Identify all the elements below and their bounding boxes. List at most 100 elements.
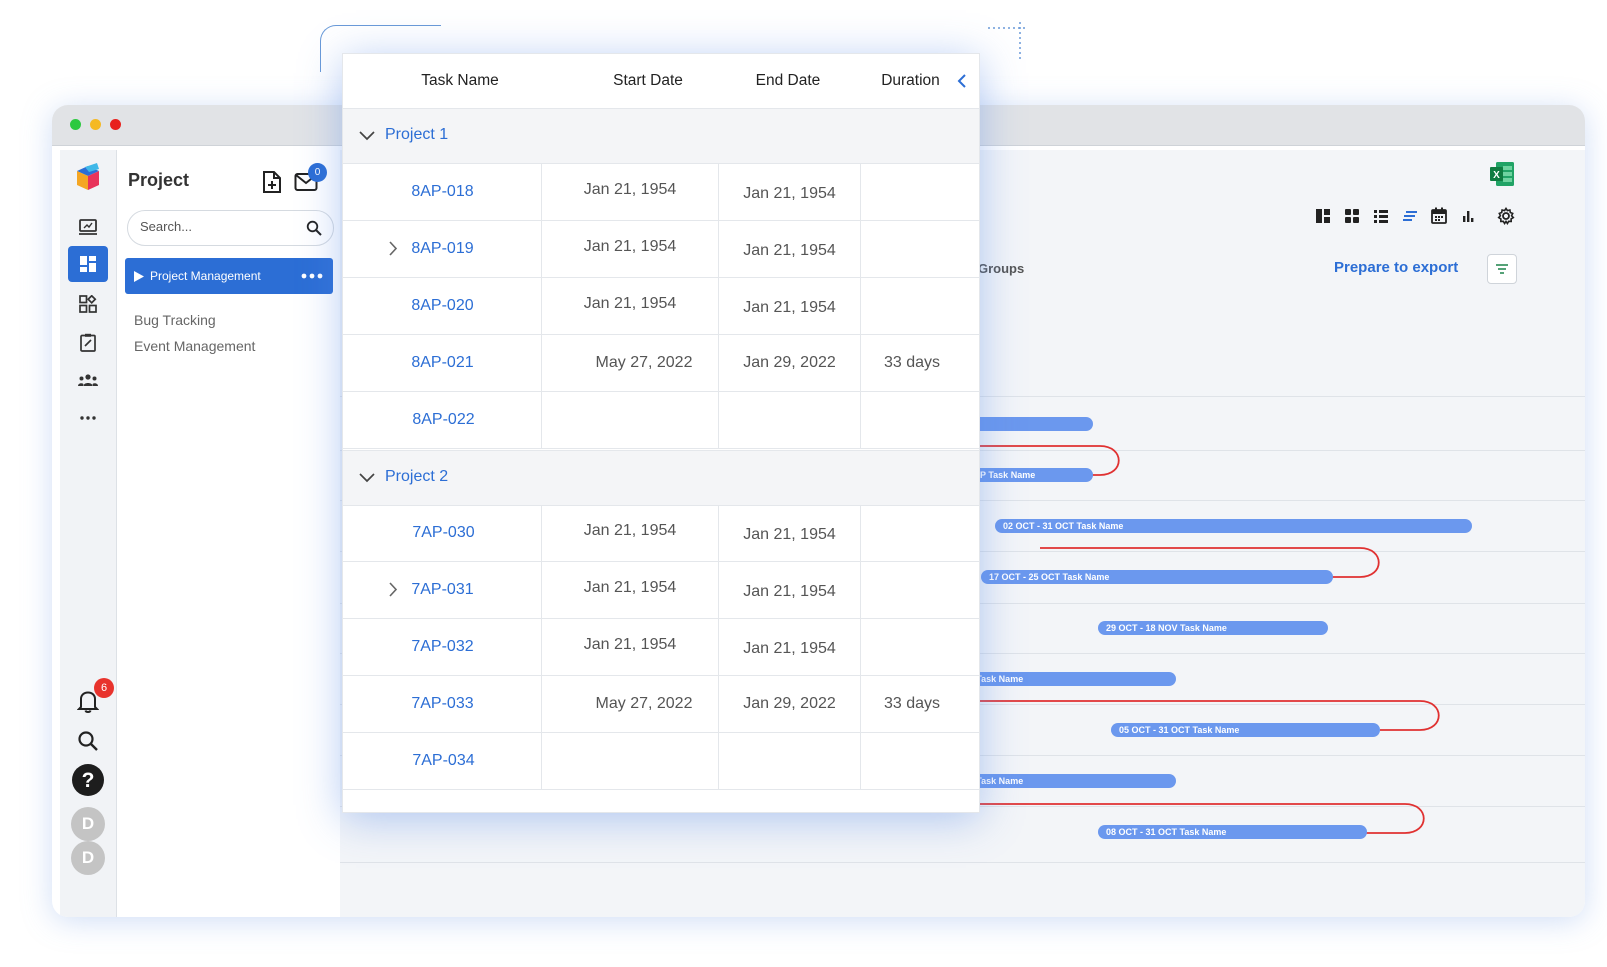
end-date-cell: Jan 21, 1954: [743, 583, 836, 600]
chevron-down-icon[interactable]: [359, 473, 375, 483]
start-date-cell: [542, 392, 718, 448]
table-row[interactable]: 8AP-022: [343, 392, 979, 449]
duration-cell: [861, 221, 963, 277]
duration-cell: [861, 392, 963, 448]
end-date-cell: Jan 29, 2022: [743, 354, 836, 371]
end-date-cell: [719, 392, 860, 448]
window-maximize-button[interactable]: [70, 119, 81, 130]
task-id-link[interactable]: 8AP-022: [343, 392, 544, 448]
task-id-link[interactable]: 7AP-031: [343, 562, 542, 618]
table-row[interactable]: 8AP-018 Jan 21, 1954 Jan 21, 1954: [343, 164, 979, 221]
table-row[interactable]: 7AP-032 Jan 21, 1954 Jan 21, 1954: [343, 619, 979, 676]
task-id-link[interactable]: 8AP-020: [343, 278, 542, 334]
mail-count-badge: 0: [308, 163, 327, 182]
task-id-link[interactable]: 8AP-019: [343, 221, 542, 277]
start-date-cell: Jan 21, 1954: [583, 522, 677, 539]
gantt-bar[interactable]: 02 OCT - 31 OCT Task Name: [995, 519, 1472, 533]
start-date-cell: Jan 21, 1954: [583, 181, 677, 198]
app-logo-icon[interactable]: [68, 160, 108, 196]
dashboard-monitor-icon[interactable]: [68, 209, 108, 245]
gantt-bar[interactable]: 05 OCT - 31 OCT Task Name: [1111, 723, 1380, 737]
sidebar-item-bug-tracking[interactable]: Bug Tracking: [134, 312, 216, 328]
task-id-link[interactable]: 7AP-034: [343, 733, 544, 789]
duration-cell: [861, 278, 963, 334]
table-row[interactable]: 8AP-019 Jan 21, 1954 Jan 21, 1954: [343, 221, 979, 278]
end-date-cell: Jan 21, 1954: [743, 299, 836, 316]
new-document-icon[interactable]: [261, 170, 285, 196]
task-id-link[interactable]: 7AP-030: [343, 505, 544, 561]
group-label: Project 1: [385, 126, 449, 143]
notification-count-badge: 6: [94, 678, 114, 698]
column-header-task-name[interactable]: Task Name: [343, 54, 577, 108]
end-date-cell: Jan 29, 2022: [743, 695, 836, 712]
start-date-cell: May 27, 2022: [595, 354, 693, 371]
start-date-cell: Jan 21, 1954: [583, 636, 677, 653]
widgets-icon[interactable]: [68, 286, 108, 322]
gantt-bar[interactable]: P Task Name: [960, 774, 1176, 788]
window-close-button[interactable]: [110, 119, 121, 130]
gantt-bar[interactable]: 08 OCT - 31 OCT Task Name: [1098, 825, 1367, 839]
team-icon[interactable]: [68, 362, 108, 398]
panel-title: Project: [128, 170, 190, 190]
user-avatar[interactable]: D: [71, 841, 105, 875]
table-row[interactable]: 7AP-034: [343, 733, 979, 790]
duration-cell: [861, 733, 963, 789]
more-options-icon[interactable]: [68, 400, 108, 436]
duration-cell: 33 days: [883, 354, 941, 371]
task-id-link[interactable]: 7AP-032: [343, 619, 542, 675]
global-search-icon[interactable]: [68, 723, 108, 759]
play-triangle-icon: [134, 271, 144, 282]
start-date-cell: May 27, 2022: [595, 695, 693, 712]
group-label: Project 2: [385, 468, 449, 485]
gantt-bar[interactable]: 17 OCT - 25 OCT Task Name: [981, 570, 1333, 584]
group-row-project-2[interactable]: Project 2: [343, 450, 979, 506]
task-clipboard-icon[interactable]: [68, 324, 108, 360]
item-more-icon[interactable]: [301, 273, 323, 279]
end-date-cell: Jan 21, 1954: [743, 526, 836, 543]
sidebar-item-project-management[interactable]: Project Management: [125, 258, 333, 294]
duration-cell: [861, 164, 963, 220]
window-minimize-button[interactable]: [90, 119, 101, 130]
end-date-cell: [719, 733, 860, 789]
start-date-cell: Jan 21, 1954: [583, 579, 677, 596]
user-avatar[interactable]: D: [71, 807, 105, 841]
duration-cell: [861, 562, 963, 618]
icon-rail: 6 ? D D: [60, 150, 117, 917]
task-id-link[interactable]: 7AP-033: [343, 676, 542, 732]
start-date-cell: [542, 733, 718, 789]
gantt-bar[interactable]: 29 OCT - 18 NOV Task Name: [1098, 621, 1328, 635]
duration-cell: [861, 505, 963, 561]
search-box: [127, 210, 334, 246]
group-row-project-1[interactable]: Project 1: [343, 108, 979, 164]
collapse-chevron-left-icon[interactable]: [957, 74, 967, 88]
task-table: Task Name Start Date End Date Duration P…: [342, 53, 980, 813]
table-row[interactable]: 8AP-020 Jan 21, 1954 Jan 21, 1954: [343, 278, 979, 335]
end-date-cell: Jan 21, 1954: [743, 640, 836, 657]
table-row[interactable]: 7AP-030 Jan 21, 1954 Jan 21, 1954: [343, 505, 979, 562]
svg-text:?: ?: [82, 769, 95, 792]
search-icon[interactable]: [306, 220, 322, 236]
gantt-bar[interactable]: P Task Name: [960, 672, 1176, 686]
table-row[interactable]: 7AP-031 Jan 21, 1954 Jan 21, 1954: [343, 562, 979, 619]
duration-cell: 33 days: [883, 695, 941, 712]
search-input[interactable]: [138, 218, 302, 235]
column-header-duration[interactable]: Duration: [858, 54, 963, 108]
column-header-start-date[interactable]: Start Date: [553, 54, 743, 108]
task-id-link[interactable]: 8AP-018: [343, 164, 542, 220]
task-id-link[interactable]: 8AP-021: [343, 335, 542, 391]
chevron-down-icon[interactable]: [359, 131, 375, 141]
end-date-cell: Jan 21, 1954: [743, 242, 836, 259]
project-panel: Project 0 Project Management Bug Trackin…: [117, 150, 341, 917]
column-header-end-date[interactable]: End Date: [718, 54, 858, 108]
start-date-cell: Jan 21, 1954: [583, 238, 677, 255]
table-row[interactable]: 7AP-033 May 27, 2022 Jan 29, 2022 33 day…: [343, 676, 979, 733]
sidebar-item-label: Project Management: [150, 269, 261, 283]
table-row[interactable]: 8AP-021 May 27, 2022 Jan 29, 2022 33 day…: [343, 335, 979, 392]
help-icon[interactable]: ?: [68, 762, 108, 798]
start-date-cell: Jan 21, 1954: [583, 295, 677, 312]
decorative-dotted-lines: [988, 22, 1028, 62]
end-date-cell: Jan 21, 1954: [743, 185, 836, 202]
projects-grid-icon[interactable]: [68, 246, 108, 282]
duration-cell: [861, 619, 963, 675]
sidebar-item-event-management[interactable]: Event Management: [134, 338, 255, 354]
